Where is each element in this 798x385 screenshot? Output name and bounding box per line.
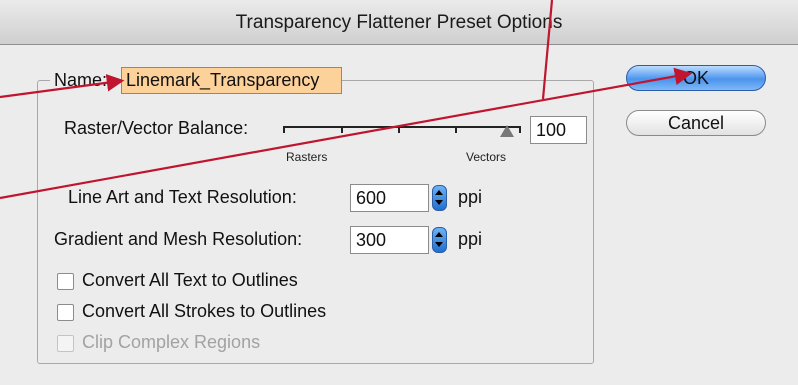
line-art-resolution-field[interactable]: 600 <box>350 184 429 212</box>
slider-tick <box>398 126 400 133</box>
convert-strokes-label: Convert All Strokes to Outlines <box>82 301 327 321</box>
line-art-unit: ppi <box>458 187 483 207</box>
vectors-label: Vectors <box>466 150 507 164</box>
convert-text-label: Convert All Text to Outlines <box>82 270 298 290</box>
rasters-label: Rasters <box>286 150 328 164</box>
raster-vector-slider[interactable] <box>283 126 521 128</box>
stepper-icon[interactable] <box>432 227 447 253</box>
ok-button[interactable]: OK <box>626 65 766 91</box>
slider-thumb-icon[interactable] <box>500 125 514 137</box>
slider-tick <box>283 126 285 133</box>
clip-complex-regions-checkbox <box>57 335 74 352</box>
gradient-mesh-unit: ppi <box>458 229 483 249</box>
preset-name-input[interactable]: Linemark_Transparency <box>121 67 342 94</box>
slider-tick <box>341 126 343 133</box>
flattener-preset-dialog: Transparency Flattener Preset Options Na… <box>0 0 798 385</box>
slider-tick <box>519 126 521 133</box>
gradient-mesh-resolution-field[interactable]: 300 <box>350 226 429 254</box>
raster-vector-label: Raster/Vector Balance: <box>64 118 249 138</box>
convert-strokes-checkbox[interactable] <box>57 304 74 321</box>
stepper-icon[interactable] <box>432 185 447 211</box>
dialog-title: Transparency Flattener Preset Options <box>235 12 563 33</box>
line-art-resolution-label: Line Art and Text Resolution: <box>68 187 297 207</box>
raster-vector-value-field[interactable]: 100 <box>530 116 587 144</box>
title-bar: Transparency Flattener Preset Options <box>0 0 798 45</box>
name-label: Name: <box>50 70 112 91</box>
slider-tick <box>455 126 457 133</box>
convert-text-checkbox[interactable] <box>57 273 74 290</box>
gradient-mesh-resolution-label: Gradient and Mesh Resolution: <box>54 229 303 249</box>
clip-complex-regions-label: Clip Complex Regions <box>82 332 261 352</box>
cancel-button[interactable]: Cancel <box>626 110 766 136</box>
